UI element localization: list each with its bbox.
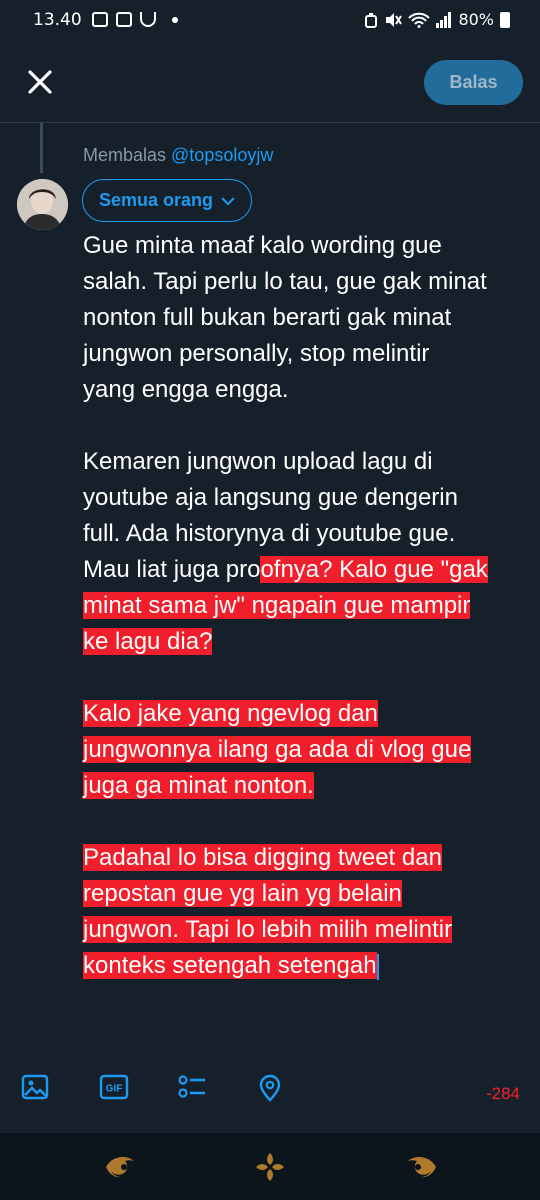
more-notifications-icon: [172, 16, 178, 23]
gallery-notification-icon: [92, 12, 108, 27]
text-line: Kalo jake yang ngevlog dan: [83, 696, 528, 732]
character-counter: -284: [485, 1084, 520, 1103]
header-divider: [0, 122, 540, 123]
text-line: juga ga minat nonton.: [83, 768, 528, 804]
highlighted-text: Padahal lo bisa digging tweet dan: [83, 844, 442, 871]
text-line: Kemaren jungwon upload lagu di: [83, 448, 433, 475]
highlighted-text: repostan gue yg lain yg belain: [83, 880, 402, 907]
highlighted-text: Kalo jake yang ngevlog dan: [83, 700, 378, 727]
image-icon: [21, 1074, 49, 1100]
home-icon: [256, 1153, 284, 1181]
avatar[interactable]: [17, 179, 68, 230]
mute-icon: [386, 12, 403, 27]
battery-percent: 80%: [458, 10, 494, 29]
text-line: full. Ada historynya di youtube gue.: [83, 520, 456, 547]
alarm-icon: [365, 12, 378, 28]
text-line: jungwon personally, stop melintir: [83, 340, 430, 367]
text-line: Padahal lo bisa digging tweet dan: [83, 840, 528, 876]
compose-toolbar: GIF: [0, 1072, 540, 1116]
text-caret: [376, 953, 379, 980]
poll-button[interactable]: [177, 1072, 207, 1102]
text-line: ke lagu dia?: [83, 624, 528, 660]
highlighted-text: juga ga minat nonton.: [83, 772, 314, 799]
system-navigation-bar: [0, 1133, 540, 1200]
highlighted-text: minat sama jw" ngapain gue mampir: [83, 592, 471, 619]
text-line: youtube aja langsung gue dengerin: [83, 484, 458, 511]
shopping-notification-icon: [116, 12, 132, 27]
nav-recents-button[interactable]: [102, 1149, 138, 1185]
text-line: minat sama jw" ngapain gue mampir: [83, 588, 528, 624]
highlighted-text: jungwon. Tapi lo lebih milih melintir: [83, 916, 453, 943]
battery-icon: [500, 11, 510, 28]
gif-button[interactable]: GIF: [99, 1072, 129, 1102]
svg-text:GIF: GIF: [106, 1084, 123, 1095]
status-bar: 13.40 80%: [0, 0, 540, 44]
text-line: repostan gue yg lain yg belain: [83, 876, 528, 912]
highlighted-text: jungwonnya ilang ga ada di vlog gue: [83, 736, 472, 763]
text-line: jungwonnya ilang ga ada di vlog gue: [83, 732, 528, 768]
highlighted-text: ofnya? Kalo gue "gak: [260, 556, 488, 583]
audience-label: Semua orang: [99, 190, 214, 210]
text-line: Gue minta maaf kalo wording gue: [83, 232, 442, 259]
thread-line: [40, 123, 43, 173]
magnet-notification-icon: [140, 12, 156, 27]
highlighted-text: konteks setengah setengah: [83, 952, 377, 979]
text-line: jungwon. Tapi lo lebih milih melintir: [83, 912, 528, 948]
audience-selector[interactable]: Semua orang: [82, 179, 253, 222]
chevron-down-icon: [221, 196, 235, 205]
signal-icon: [436, 11, 452, 28]
media-button[interactable]: [20, 1072, 50, 1102]
location-button[interactable]: [255, 1072, 285, 1102]
replying-handle-link[interactable]: @topsoloyjw: [171, 145, 273, 165]
reply-button[interactable]: Balas: [424, 60, 523, 105]
text-line: konteks setengah setengah: [83, 948, 528, 984]
wifi-icon: [408, 12, 431, 28]
poll-icon: [178, 1075, 205, 1098]
replying-to: Membalas @topsoloyjw: [83, 145, 273, 166]
location-pin-icon: [259, 1074, 281, 1102]
text-line: yang engga engga.: [83, 376, 289, 403]
nav-home-button[interactable]: [252, 1149, 288, 1185]
highlighted-text: ke lagu dia?: [83, 628, 213, 655]
replying-prefix: Membalas: [83, 145, 172, 165]
text-line: Mau liat juga proofnya? Kalo gue "gak: [83, 556, 488, 583]
tweet-text-editor[interactable]: Gue minta maaf kalo wording gue salah. T…: [83, 228, 528, 984]
nav-back-button[interactable]: [404, 1149, 440, 1185]
avatar-image: [17, 179, 68, 230]
status-time: 13.40: [33, 10, 82, 30]
gif-icon: GIF: [99, 1074, 129, 1100]
close-button[interactable]: [22, 64, 58, 100]
back-icon: [408, 1157, 436, 1178]
text-line: salah. Tapi perlu lo tau, gue gak minat: [83, 268, 487, 295]
recents-icon: [106, 1157, 134, 1178]
close-icon: [28, 70, 52, 94]
text-line: nonton full bukan berarti gak minat: [83, 304, 452, 331]
